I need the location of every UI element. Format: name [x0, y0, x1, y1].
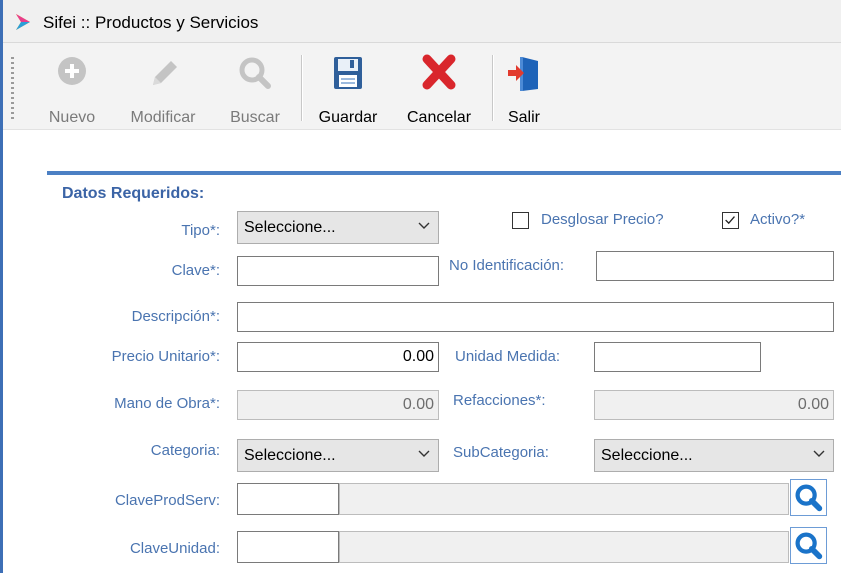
- sifei-logo-icon: [16, 14, 30, 30]
- nuevo-button[interactable]: Nuevo: [41, 49, 103, 126]
- section-divider: [47, 171, 841, 175]
- precio-unitario-label: Precio Unitario*:: [111, 348, 220, 365]
- magnifier-icon: [239, 57, 271, 89]
- cancelar-button[interactable]: Cancelar: [396, 49, 482, 126]
- cancelar-label: Cancelar: [406, 109, 472, 126]
- refacciones-input[interactable]: 0.00: [594, 390, 834, 420]
- refacciones-label: Refacciones*:: [453, 392, 546, 409]
- toolbar: Nuevo Modificar Buscar Guardar Cancelar …: [3, 43, 841, 130]
- tipo-select[interactable]: Seleccione...: [237, 211, 439, 244]
- no-identificacion-input[interactable]: [596, 251, 834, 281]
- subcategoria-select[interactable]: Seleccione...: [594, 439, 834, 472]
- toolbar-grip[interactable]: [11, 57, 14, 119]
- nuevo-label: Nuevo: [48, 109, 96, 126]
- clave-prod-serv-code-input[interactable]: [237, 483, 339, 515]
- search-icon: [795, 532, 823, 560]
- guardar-button[interactable]: Guardar: [308, 49, 388, 126]
- clave-unidad-search-button[interactable]: [790, 527, 827, 564]
- clave-label: Clave*:: [171, 262, 220, 279]
- clave-unidad-code-input[interactable]: [237, 531, 339, 563]
- mano-obra-input[interactable]: 0.00: [237, 390, 439, 420]
- desglosar-checkbox[interactable]: [512, 212, 529, 229]
- toolbar-separator: [492, 55, 494, 121]
- descripcion-input[interactable]: [237, 302, 834, 332]
- categoria-label: Categoria:: [150, 442, 220, 459]
- clave-unidad-description: [339, 531, 789, 563]
- search-icon: [795, 484, 823, 512]
- chevron-down-icon: [418, 450, 430, 457]
- chevron-down-icon: [813, 450, 825, 457]
- window-title: Sifei :: Productos y Servicios: [43, 13, 259, 32]
- modificar-button[interactable]: Modificar: [116, 49, 210, 126]
- exit-door-icon: [508, 57, 538, 91]
- salir-label: Salir: [507, 109, 540, 126]
- app-window: Sifei :: Productos y Servicios Nuevo Mod…: [0, 0, 841, 573]
- toolbar-separator: [301, 55, 303, 121]
- pencil-icon: [153, 61, 177, 85]
- cancel-x-icon: [422, 54, 456, 90]
- save-disk-icon: [334, 57, 362, 89]
- desglosar-label: Desglosar Precio?: [541, 211, 664, 228]
- clave-prod-serv-description: [339, 483, 789, 515]
- unidad-medida-label: Unidad Medida:: [455, 348, 561, 365]
- clave-prod-serv-label: ClaveProdServ:: [114, 492, 220, 509]
- title-bar: Sifei :: Productos y Servicios: [3, 0, 841, 43]
- unidad-medida-input[interactable]: [594, 342, 761, 372]
- tipo-select-value: Seleccione...: [244, 219, 336, 236]
- clave-input[interactable]: [237, 256, 439, 286]
- no-identificacion-label: No Identificación:: [449, 257, 565, 274]
- plus-circle-icon: [58, 57, 86, 85]
- activo-checkbox[interactable]: [722, 212, 739, 229]
- guardar-label: Guardar: [318, 109, 378, 126]
- activo-label: Activo?*: [750, 211, 806, 228]
- clave-unidad-label: ClaveUnidad:: [129, 540, 220, 557]
- mano-obra-label: Mano de Obra*:: [114, 395, 220, 412]
- modificar-label: Modificar: [130, 109, 196, 126]
- checkmark-icon: [725, 216, 735, 225]
- buscar-button[interactable]: Buscar: [223, 49, 287, 126]
- descripcion-label: Descripción*:: [131, 308, 220, 325]
- subcategoria-select-value: Seleccione...: [601, 447, 693, 464]
- categoria-select[interactable]: Seleccione...: [237, 439, 439, 472]
- categoria-select-value: Seleccione...: [244, 447, 336, 464]
- precio-unitario-input[interactable]: 0.00: [237, 342, 439, 372]
- salir-button[interactable]: Salir: [499, 49, 549, 126]
- subcategoria-label: SubCategoria:: [453, 444, 549, 461]
- chevron-down-icon: [418, 222, 430, 229]
- tipo-label: Tipo*:: [181, 222, 220, 239]
- clave-prod-serv-search-button[interactable]: [790, 479, 827, 516]
- section-title: Datos Requeridos:: [62, 185, 205, 202]
- buscar-label: Buscar: [230, 109, 280, 126]
